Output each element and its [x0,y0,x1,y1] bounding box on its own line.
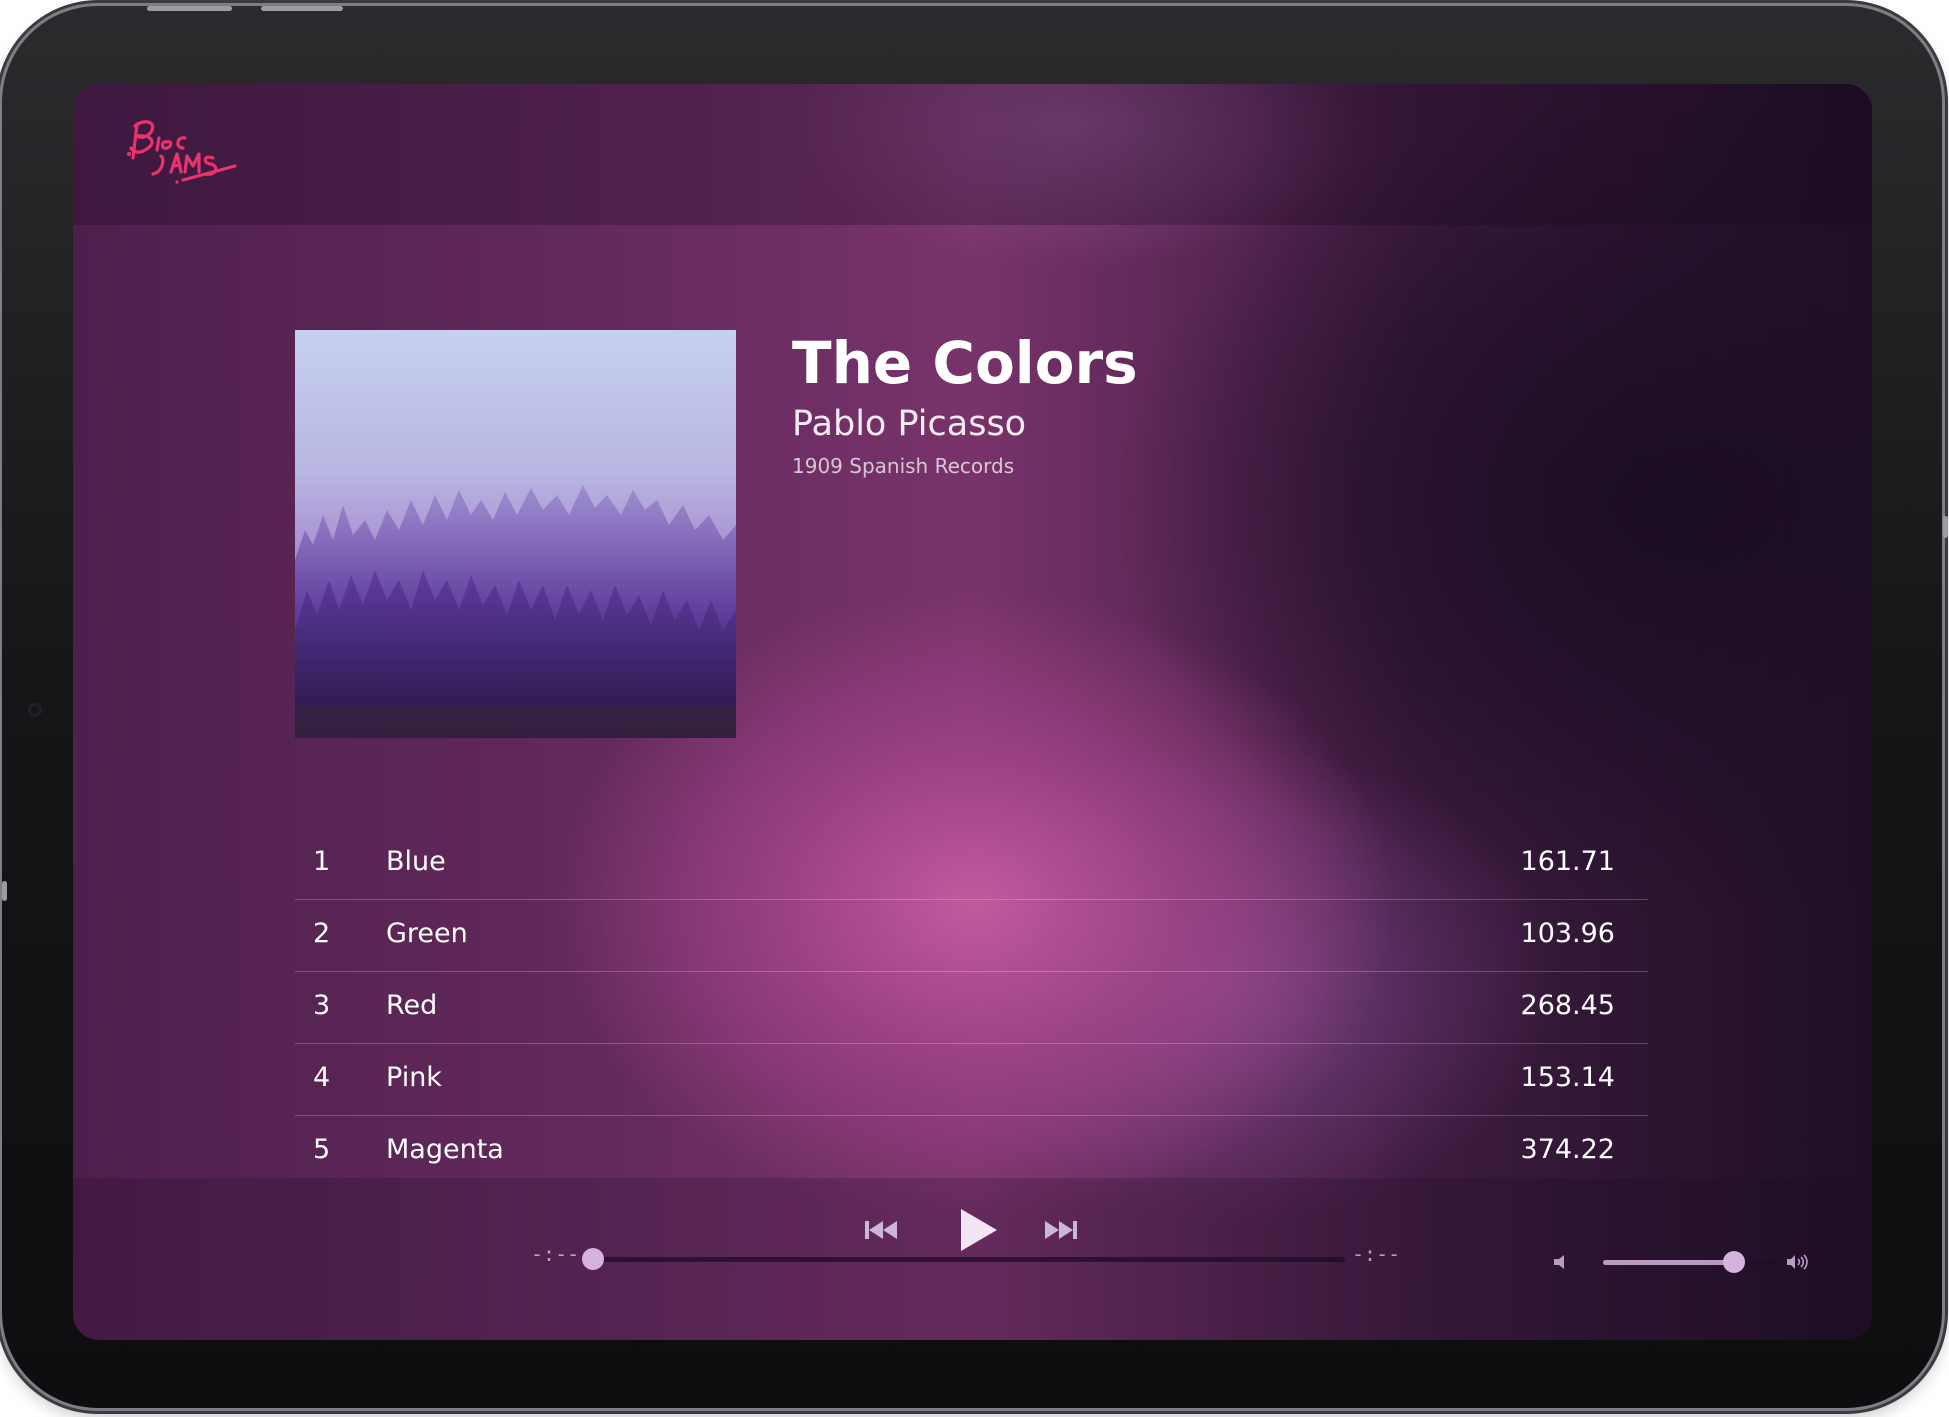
volume-low-button[interactable] [1551,1252,1577,1272]
song-duration: 161.71 [1520,846,1615,877]
song-duration: 103.96 [1520,918,1615,949]
song-row[interactable]: 4 Pink 153.14 [295,1044,1648,1116]
album-title: The Colors [792,329,1138,397]
device-top-button [147,6,232,11]
song-row[interactable]: 3 Red 268.45 [295,972,1648,1044]
song-title: Blue [386,846,446,877]
volume-high-button[interactable] [1785,1252,1811,1272]
volume-slider-fill [1603,1260,1734,1265]
previous-button[interactable] [863,1216,899,1244]
camera-icon [28,703,42,717]
device-top-button [261,6,343,11]
player-bar: -:-- -:-- [73,1178,1872,1340]
song-title: Magenta [386,1134,504,1165]
total-time: -:-- [1352,1242,1401,1266]
song-row[interactable]: 5 Magenta 374.22 [295,1116,1648,1187]
play-button[interactable] [953,1203,1003,1257]
seek-bar[interactable] [582,1248,1345,1270]
song-number[interactable]: 5 [313,1134,353,1165]
song-list: 1 Blue 161.71 2 Green 103.96 3 Red 268.4… [295,828,1648,1187]
song-number[interactable]: 2 [313,918,353,949]
volume-low-icon [1554,1255,1564,1269]
song-title: Green [386,918,468,949]
bloc-jams-logo[interactable] [123,114,243,194]
volume-high-icon [1787,1254,1808,1270]
seek-bar-thumb[interactable] [582,1248,604,1270]
song-row[interactable]: 2 Green 103.96 [295,900,1648,972]
song-duration: 374.22 [1520,1134,1615,1165]
play-icon [961,1209,997,1251]
skip-previous-icon [865,1221,897,1239]
album-release-info: 1909 Spanish Records [792,454,1015,478]
tablet-frame: The Colors Pablo Picasso 1909 Spanish Re… [2,6,1948,1408]
device-side-button [1943,516,1948,538]
next-button[interactable] [1043,1216,1079,1244]
device-side-button [2,881,7,901]
song-duration: 153.14 [1520,1062,1615,1093]
logo-icon [127,120,237,184]
album-info: The Colors Pablo Picasso 1909 Spanish Re… [792,328,1138,480]
song-number[interactable]: 4 [313,1062,353,1093]
song-duration: 268.45 [1520,990,1615,1021]
volume-slider-thumb[interactable] [1722,1251,1745,1273]
album-art-forest-icon [295,330,736,738]
song-title: Red [386,990,438,1021]
playback-controls [863,1198,1093,1258]
skip-next-icon [1045,1221,1077,1239]
current-time: -:-- [531,1242,580,1266]
album-cover-image [295,330,736,738]
song-number[interactable]: 1 [313,846,353,877]
volume-slider[interactable] [1603,1251,1775,1273]
navbar [73,84,1872,225]
album-artist: Pablo Picasso [792,404,1027,444]
song-number[interactable]: 3 [313,990,353,1021]
app-screen: The Colors Pablo Picasso 1909 Spanish Re… [73,84,1872,1340]
song-title: Pink [386,1062,442,1093]
song-row[interactable]: 1 Blue 161.71 [295,828,1648,900]
